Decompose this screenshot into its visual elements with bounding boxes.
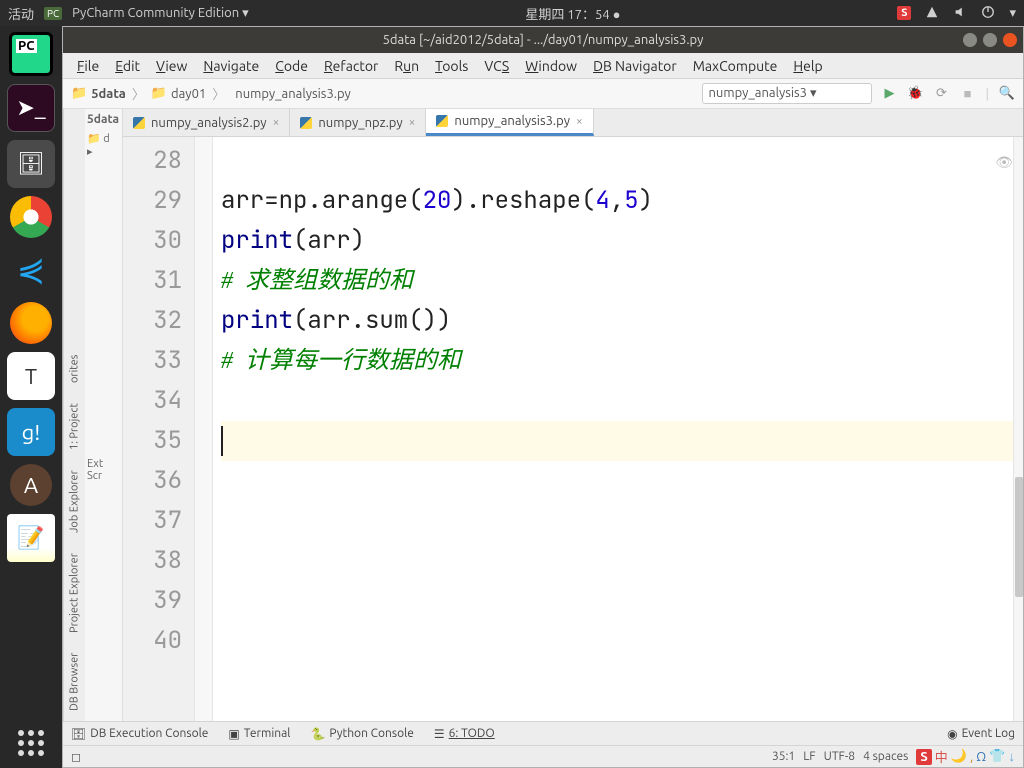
dock-text-editor[interactable]: T	[7, 352, 55, 400]
search-icon[interactable]: 🔍	[999, 86, 1015, 102]
clock[interactable]: 星期四 17：54 ●	[249, 4, 898, 23]
menu-edit[interactable]: Edit	[109, 56, 146, 76]
job-explorer-tab[interactable]: Job Explorer	[67, 466, 83, 537]
close-icon[interactable]: ×	[409, 116, 416, 129]
external-libs[interactable]: Ext	[87, 458, 120, 470]
menu-run[interactable]: Run	[388, 56, 425, 76]
line-gutter: 28293031323334353637383940	[123, 137, 195, 721]
minimize-button[interactable]	[963, 33, 977, 47]
window-titlebar: 5data [~/aid2012/5data] - .../day01/nump…	[63, 27, 1023, 53]
project-tree[interactable]: 5data 📁 d ▸ Ext Scr	[85, 109, 123, 721]
status-show-tool[interactable]: ◻	[71, 750, 81, 764]
menu-file[interactable]: File	[71, 56, 105, 76]
gutter-strip	[195, 137, 213, 721]
ime-indicator[interactable]: S 中 🌙 , Ω 👕 ↓	[916, 747, 1015, 766]
close-icon[interactable]: ×	[273, 116, 280, 129]
run-button[interactable]: ▶	[882, 86, 898, 102]
menu-vcs[interactable]: VCS	[478, 56, 515, 76]
code-editor[interactable]: 28293031323334353637383940 👁 arr=np.aran…	[123, 137, 1023, 721]
event-log-tab[interactable]: ◉ Event Log	[947, 727, 1015, 741]
menu-bar: File Edit View Navigate Code Refactor Ru…	[63, 53, 1023, 79]
chevron-down-icon[interactable]: ▾	[1009, 6, 1016, 21]
tab-numpy-analysis3[interactable]: numpy_analysis3.py×	[426, 109, 593, 136]
maximize-button[interactable]	[983, 33, 997, 47]
python-console-tab[interactable]: 🐍 Python Console	[310, 727, 413, 741]
editor-tabs: numpy_analysis2.py× numpy_npz.py× numpy_…	[123, 109, 1023, 137]
dock-apps-grid[interactable]	[18, 730, 44, 756]
project-explorer-tab[interactable]: Project Explorer	[67, 549, 83, 637]
close-button[interactable]	[1003, 33, 1017, 47]
dock-updater[interactable]: A	[10, 464, 52, 506]
menu-refactor[interactable]: Refactor	[318, 56, 384, 76]
dock-firefox[interactable]	[10, 302, 52, 344]
close-icon[interactable]: ×	[576, 115, 583, 128]
run-config-selector[interactable]: numpy_analysis3 ▾	[702, 83, 872, 104]
indent-setting[interactable]: 4 spaces	[863, 750, 908, 763]
menu-tools[interactable]: Tools	[429, 56, 474, 76]
menu-navigate[interactable]: Navigate	[197, 56, 265, 76]
menu-maxcompute[interactable]: MaxCompute	[687, 56, 784, 76]
dock-translator[interactable]: g!	[7, 408, 55, 456]
project-tab[interactable]: 1: Project	[67, 399, 83, 454]
dock-chrome[interactable]	[10, 196, 52, 238]
window-title: 5data [~/aid2012/5data] - .../day01/nump…	[383, 33, 704, 47]
dock-vscode[interactable]: ⋞	[7, 246, 55, 294]
tab-numpy-analysis2[interactable]: numpy_analysis2.py×	[123, 109, 290, 136]
dock-notes[interactable]: 📝	[7, 514, 55, 562]
stop-button[interactable]: ■	[960, 86, 976, 102]
menu-help[interactable]: Help	[787, 56, 828, 76]
coverage-button[interactable]: ⟳	[934, 86, 950, 102]
ubuntu-dock: ➤_ 🗄 ⋞ T g! A 📝	[0, 26, 62, 768]
left-tool-strip: DB Browser Project Explorer Job Explorer…	[63, 109, 85, 721]
ubuntu-top-bar: 活动 PC PyCharm Community Edition ▾ 星期四 17…	[0, 0, 1024, 26]
db-browser-tab[interactable]: DB Browser	[67, 649, 83, 715]
network-icon[interactable]	[925, 5, 939, 22]
status-bar: ◻ 35:1 LF UTF-8 4 spaces S 中 🌙 , Ω 👕 ↓	[63, 745, 1023, 767]
breadcrumb[interactable]: 📁5data 〉 📁day01 〉 numpy_analysis3.py	[71, 84, 351, 103]
inspection-eye-icon[interactable]: 👁	[995, 143, 1013, 183]
menu-window[interactable]: Window	[519, 56, 583, 76]
cursor-position[interactable]: 35:1	[772, 750, 795, 763]
bottom-tool-tabs: 🗄 DB Execution Console ▣ Terminal 🐍 Pyth…	[63, 721, 1023, 745]
debug-button[interactable]: 🐞	[908, 86, 924, 102]
project-root[interactable]: 5data	[87, 113, 120, 126]
terminal-tab[interactable]: ▣ Terminal	[228, 727, 290, 741]
db-execution-console-tab[interactable]: 🗄 DB Execution Console	[71, 727, 208, 741]
power-icon[interactable]	[981, 5, 995, 22]
favorites-tab[interactable]: orites	[67, 351, 83, 387]
code-area[interactable]: 👁 arr=np.arange(20).reshape(4,5)print(ar…	[213, 137, 1023, 721]
navigation-bar: 📁5data 〉 📁day01 〉 numpy_analysis3.py num…	[63, 79, 1023, 109]
app-name[interactable]: PyCharm Community Edition ▾	[72, 6, 249, 21]
activities-label[interactable]: 活动	[8, 4, 34, 23]
menu-code[interactable]: Code	[269, 56, 314, 76]
line-separator[interactable]: LF	[803, 750, 815, 763]
menu-view[interactable]: View	[150, 56, 193, 76]
volume-icon[interactable]	[953, 5, 967, 22]
sogou-ime-icon[interactable]: S	[897, 6, 911, 20]
file-encoding[interactable]: UTF-8	[824, 750, 855, 763]
dock-pycharm[interactable]	[9, 32, 53, 76]
pycharm-window: 5data [~/aid2012/5data] - .../day01/nump…	[62, 26, 1024, 768]
menu-db-navigator[interactable]: DB Navigator	[587, 56, 683, 76]
scratches[interactable]: Scr	[87, 470, 120, 482]
pycharm-badge-icon: PC	[44, 7, 62, 20]
scrollbar-thumb[interactable]	[1015, 477, 1023, 597]
scrollbar[interactable]	[1013, 137, 1023, 721]
dock-files[interactable]: 🗄	[7, 140, 55, 188]
todo-tab[interactable]: ☰ 6: TODO	[434, 727, 495, 741]
dock-terminal[interactable]: ➤_	[7, 84, 55, 132]
tab-numpy-npz[interactable]: numpy_npz.py×	[290, 109, 426, 136]
